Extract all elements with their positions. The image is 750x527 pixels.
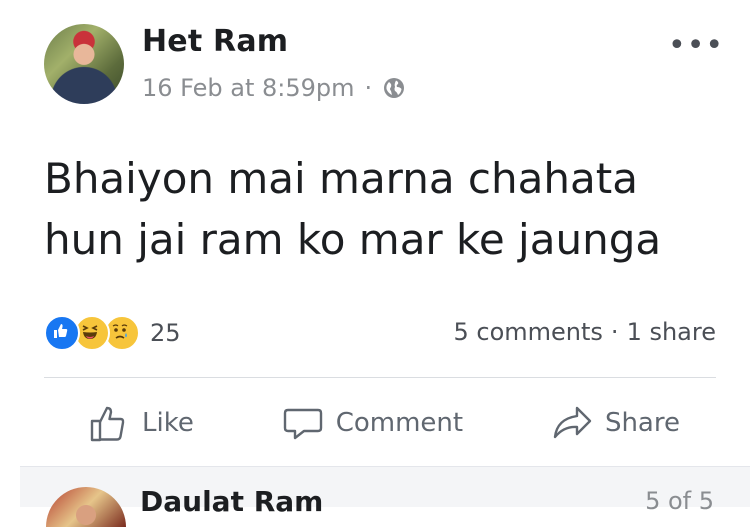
share-arrow-icon [553, 406, 592, 439]
share-label: Share [604, 408, 680, 438]
share-button[interactable]: Share [551, 402, 680, 444]
action-bar: Like Comment Share [44, 398, 716, 448]
thumbs-up-icon [90, 406, 125, 442]
next-author-avatar[interactable] [46, 487, 126, 527]
engagement-stats: 5 comments · 1 share [453, 318, 716, 346]
like-reaction-icon [44, 315, 80, 351]
author-avatar[interactable] [44, 24, 124, 104]
comment-bubble-icon [283, 408, 322, 440]
post-timestamp[interactable]: 16 Feb at 8:59pm [142, 74, 355, 102]
reactions-summary[interactable]: 25 [44, 315, 181, 351]
post-meta: 16 Feb at 8:59pm · [142, 74, 406, 102]
comments-count-link[interactable]: 5 comments [453, 318, 602, 346]
author-name[interactable]: Het Ram [142, 24, 288, 59]
globe-icon[interactable] [382, 76, 406, 100]
stats-separator: · [610, 318, 619, 346]
action-divider [44, 377, 716, 378]
meta-separator: · [364, 74, 373, 102]
comment-button[interactable]: Comment [282, 402, 463, 444]
like-button[interactable]: Like [88, 402, 194, 444]
reaction-count: 25 [150, 319, 181, 347]
comment-label: Comment [335, 408, 464, 438]
like-label: Like [142, 408, 194, 438]
post-counter: 5 of 5 [645, 487, 714, 515]
post-card: Het Ram 16 Feb at 8:59pm · ••• Bhaiyon m… [0, 0, 750, 465]
post-text: Bhaiyon mai marna chahata hun jai ram ko… [44, 154, 662, 264]
more-options-button[interactable]: ••• [668, 28, 724, 63]
next-post-card[interactable]: Daulat Ram 5 of 5 [20, 466, 750, 527]
shares-count-link[interactable]: 1 share [627, 318, 716, 346]
next-author-name[interactable]: Daulat Ram [140, 485, 323, 518]
